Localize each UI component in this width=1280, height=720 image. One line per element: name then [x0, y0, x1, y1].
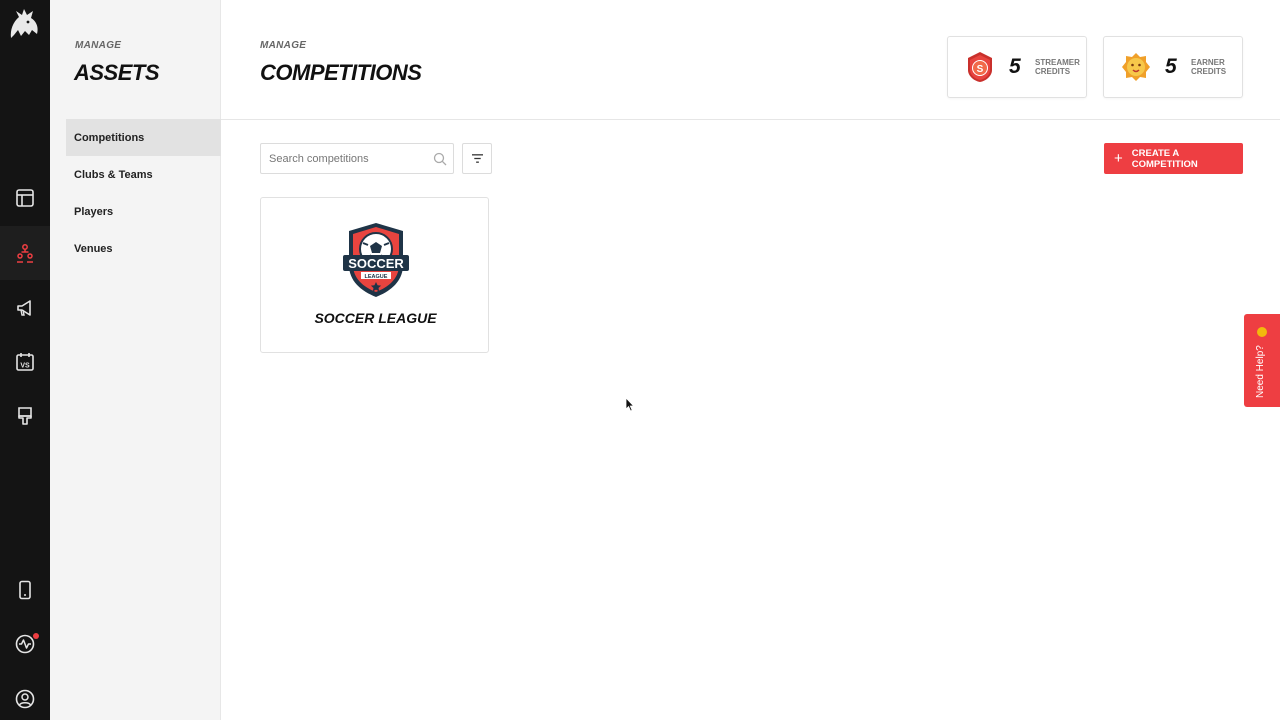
filter-button[interactable]	[462, 143, 492, 174]
streamer-credits-label: STREAMER CREDITS	[1035, 58, 1081, 76]
sidebar-item-players[interactable]: Players	[66, 193, 221, 230]
mouse-cursor-icon	[625, 397, 635, 412]
streamer-credits-value: 5	[1009, 55, 1021, 78]
sidebar-item-venues[interactable]: Venues	[66, 230, 221, 267]
account-icon[interactable]	[11, 685, 39, 713]
create-competition-label: CREATE A COMPETITION	[1131, 147, 1198, 170]
need-help-tab[interactable]: Need Help?	[1244, 314, 1280, 407]
page-kicker: MANAGE	[260, 40, 307, 51]
sidebar-title: ASSETS	[74, 60, 160, 85]
plus-icon: +	[1114, 150, 1123, 167]
page-title: COMPETITIONS	[260, 60, 422, 85]
lion-logo-icon[interactable]	[7, 8, 41, 40]
earner-label-line2: CREDITS	[1191, 67, 1227, 76]
soccer-league-crest-icon: SOCCER LEAGUE	[343, 223, 409, 297]
assets-sidebar: MANAGE ASSETS Competitions Clubs & Teams…	[50, 0, 221, 720]
sidebar-item-clubs-teams[interactable]: Clubs & Teams	[66, 156, 221, 193]
svg-text:VS: VS	[20, 363, 30, 370]
search-icon[interactable]	[433, 152, 447, 166]
earner-lion-icon	[1122, 53, 1150, 81]
calendar-vs-icon[interactable]: VS	[11, 348, 39, 376]
mobile-icon[interactable]	[11, 576, 39, 604]
search-box	[260, 143, 454, 174]
competition-name: SOCCER LEAGUE	[314, 310, 437, 326]
search-input[interactable]	[261, 144, 421, 173]
earner-credits-card[interactable]: 5 EARNER CREDITS	[1103, 36, 1243, 98]
sidebar-kicker: MANAGE	[75, 40, 122, 51]
assets-icon[interactable]	[0, 226, 50, 280]
page-header: MANAGE COMPETITIONS S 5 STREAMER CREDITS…	[221, 0, 1280, 120]
layout-icon[interactable]	[11, 184, 39, 212]
streamer-label-line2: CREDITS	[1035, 67, 1071, 76]
filter-icon	[471, 154, 483, 163]
create-competition-button[interactable]: + CREATE A COMPETITION	[1104, 143, 1243, 174]
competition-card[interactable]: SOCCER LEAGUE SOCCER LEAGUE	[260, 197, 489, 353]
activity-icon[interactable]	[11, 630, 39, 658]
earner-label-line1: EARNER	[1191, 58, 1225, 67]
earner-credits-label: EARNER CREDITS	[1191, 58, 1237, 76]
brush-icon[interactable]	[11, 402, 39, 430]
crest-top-text: SOCCER	[348, 256, 404, 271]
megaphone-icon[interactable]	[11, 294, 39, 322]
notification-dot	[33, 633, 39, 639]
sidebar-nav: Competitions Clubs & Teams Players Venue…	[66, 119, 221, 267]
streamer-label-line1: STREAMER	[1035, 58, 1080, 67]
sidebar-item-competitions[interactable]: Competitions	[66, 119, 221, 156]
need-help-label: Need Help?	[1255, 345, 1266, 398]
streamer-credits-card[interactable]: S 5 STREAMER CREDITS	[947, 36, 1087, 98]
svg-text:S: S	[977, 64, 984, 75]
earner-credits-value: 5	[1165, 55, 1177, 78]
crest-bottom-text: LEAGUE	[365, 274, 388, 280]
icon-rail: VS	[0, 0, 50, 720]
streamer-badge-icon: S	[968, 52, 992, 82]
help-avatar-icon	[1257, 327, 1267, 337]
